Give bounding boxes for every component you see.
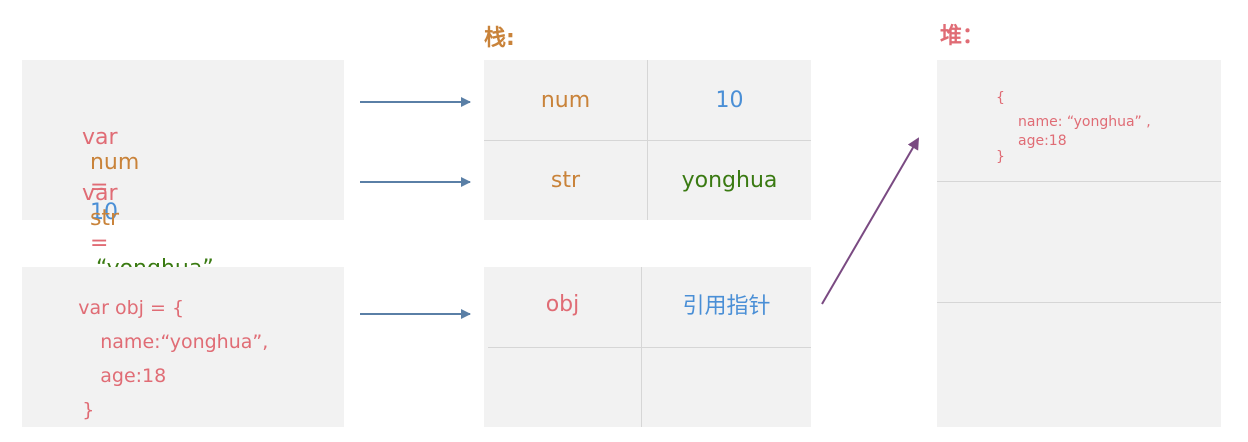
arrow-pointer-to-heap	[821, 137, 920, 305]
memory-diagram: 栈: 堆： var num = 10 var str = “yonghua” v…	[0, 0, 1248, 442]
arrows-layer	[360, 97, 920, 319]
